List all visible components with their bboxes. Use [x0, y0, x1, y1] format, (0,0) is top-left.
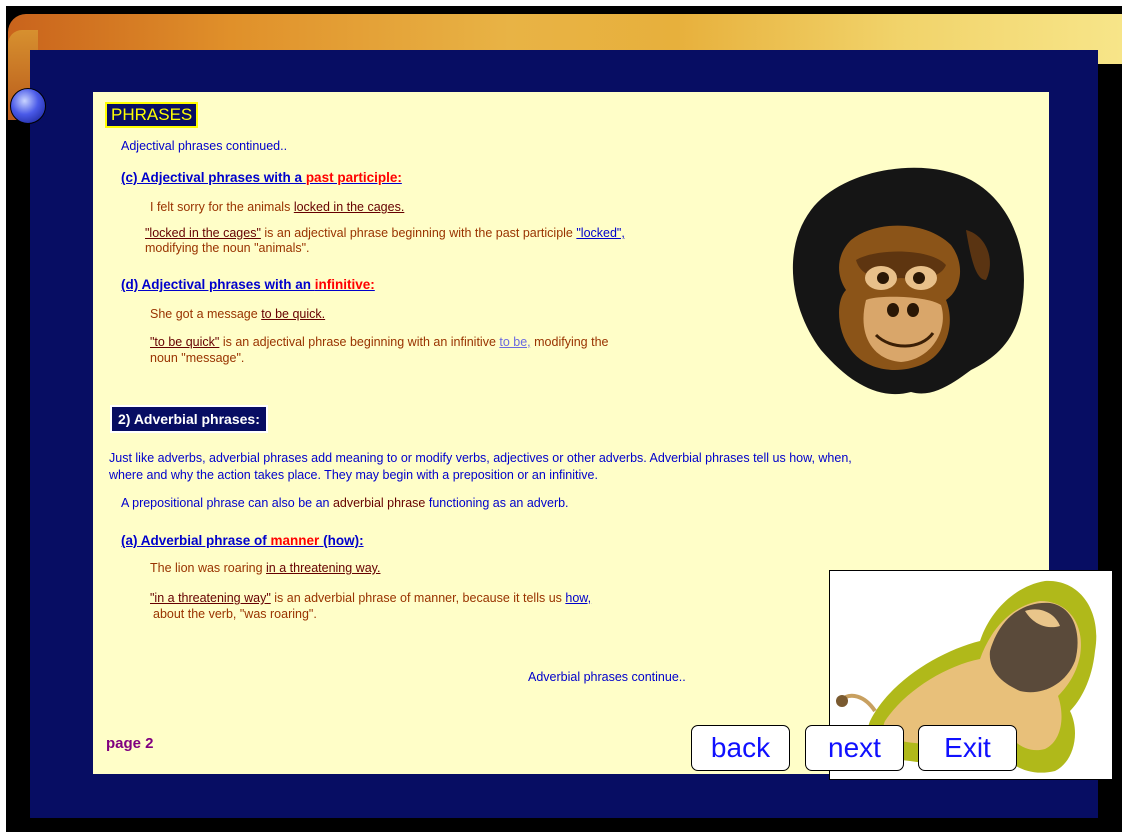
prepositional-note-text: A prepositional phrase can also be an [121, 496, 333, 510]
explanation-d-link[interactable]: to be, [499, 335, 530, 349]
section-adverbial-heading: 2) Adverbial phrases: [110, 405, 268, 433]
continue-text: Adverbial phrases continue.. [528, 670, 686, 684]
example-d-text: She got a message [150, 307, 262, 321]
intro-text: Adjectival phrases continued.. [121, 139, 288, 153]
heading-manner-label2: (how): [319, 533, 364, 548]
content-panel: PHRASES Adjectival phrases continued.. (… [93, 92, 1113, 780]
exit-button[interactable]: Exit [918, 725, 1017, 771]
adverbial-intro-line1: Just like adverbs, adverbial phrases add… [109, 451, 852, 465]
heading-d-label: (d) Adjectival phrases with an [121, 277, 315, 292]
explanation-c-link[interactable]: "locked", [576, 226, 624, 240]
example-manner-phrase: in a threatening way. [266, 561, 381, 575]
example-d-phrase: to be quick. [261, 307, 326, 321]
blue-knob-icon [10, 88, 46, 124]
explanation-manner-text: is an adverbial phrase of manner, becaus… [270, 591, 566, 605]
heading-c-highlight: past participle: [305, 170, 402, 185]
example-manner: The lion was roaring in a threatening wa… [150, 561, 380, 575]
explanation-manner-line1: "in a threatening way" is an adverbial p… [150, 591, 591, 605]
heading-d: (d) Adjectival phrases with an infinitiv… [121, 277, 375, 292]
next-button[interactable]: next [805, 725, 904, 771]
heading-c-label: (c) Adjectival phrases with a [121, 170, 306, 185]
example-d: She got a message to be quick. [150, 307, 325, 321]
explanation-c-line1: "locked in the cages" is an adjectival p… [145, 226, 625, 240]
chimpanzee-icon [792, 167, 1024, 395]
explanation-d-line1: "to be quick" is an adjectival phrase be… [150, 335, 608, 349]
example-c: I felt sorry for the animals locked in t… [150, 200, 404, 214]
explanation-manner-phrase: "in a threatening way" [150, 591, 271, 605]
heading-c: (c) Adjectival phrases with a past parti… [121, 170, 402, 185]
explanation-d-text: is an adjectival phrase beginning with a… [219, 335, 500, 349]
heading-d-highlight: infinitive: [314, 277, 375, 292]
prepositional-note-highlight: adverbial phrase [332, 496, 426, 510]
explanation-d-phrase: "to be quick" [150, 335, 220, 349]
explanation-d-text2: modifying the [530, 335, 609, 349]
prepositional-note-text2: functioning as an adverb. [425, 496, 569, 510]
heading-manner-highlight: manner [270, 533, 320, 548]
explanation-c-phrase: "locked in the cages" [145, 226, 261, 240]
explanation-manner-link[interactable]: how, [565, 591, 591, 605]
page-number-label: page 2 [106, 735, 154, 752]
explanation-manner-line2: about the verb, "was roaring". [153, 607, 317, 621]
explanation-c-line2: modifying the noun "animals". [145, 241, 310, 255]
back-button[interactable]: back [691, 725, 790, 771]
heading-manner-label: (a) Adverbial phrase of [121, 533, 271, 548]
example-c-text: I felt sorry for the animals [150, 200, 294, 214]
example-manner-text: The lion was roaring [150, 561, 267, 575]
explanation-c-text: is an adjectival phrase beginning with t… [260, 226, 577, 240]
explanation-d-line2: noun "message". [150, 351, 245, 365]
page-title: PHRASES [105, 102, 199, 128]
heading-manner: (a) Adverbial phrase of manner (how): [121, 533, 364, 548]
adverbial-intro-line2: where and why the action takes place. Th… [109, 468, 598, 482]
example-c-phrase: locked in the cages. [293, 200, 405, 214]
prepositional-note: A prepositional phrase can also be an ad… [121, 496, 569, 510]
